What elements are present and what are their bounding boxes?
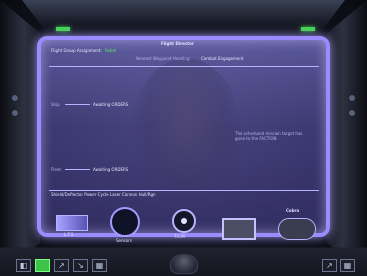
panel-title: Flight Director — [161, 41, 194, 46]
status-light-right — [301, 27, 315, 31]
ship-status: Awaiting ORDERS — [93, 102, 129, 107]
joystick-dome — [170, 254, 198, 274]
right-button-1[interactable]: ↗ — [322, 259, 337, 272]
divider — [49, 66, 319, 67]
bottom-status: Shield/Deflector Power Cycle Laser Canno… — [51, 192, 156, 197]
fleet-label: Fleet — [51, 167, 61, 172]
assignment-label: Flight Group Assignment: — [51, 48, 102, 53]
holo-display-panel: Flight Director Flight Group Assignment:… — [37, 36, 330, 237]
bolt-icon — [349, 110, 355, 116]
bolt-icon — [349, 95, 355, 101]
mode-button-4[interactable]: ↘ — [73, 259, 88, 272]
assignment-value: Rebel — [105, 48, 117, 53]
bolt-icon — [12, 95, 18, 101]
cockpit-view: Flight Director Flight Group Assignment:… — [0, 0, 367, 276]
enemy-display: Cobra — [278, 208, 316, 240]
target-icon — [181, 218, 187, 224]
ship-display — [222, 218, 256, 240]
divider — [49, 190, 319, 191]
fleet-rule — [65, 169, 90, 170]
mode-button-5[interactable]: ▦ — [92, 259, 107, 272]
ship-rule — [65, 104, 90, 105]
bolt-icon — [12, 110, 18, 116]
info-text: The scheduled mission target has gone to… — [235, 131, 303, 141]
cockpit-frame-left — [0, 0, 40, 276]
waypoint-label: Nearest Waypoint Heading: — [136, 56, 191, 61]
mode-button-2[interactable] — [35, 259, 50, 272]
status-light-left — [56, 27, 70, 31]
cockpit-frame-right — [327, 0, 367, 276]
shield-indicator: L.T.S — [56, 215, 88, 237]
console-buttons: ◧ ↗ ↘ ▦ — [16, 259, 107, 272]
fleet-status: Awaiting ORDERS — [93, 167, 129, 172]
radar-gauge: Sensors — [110, 207, 140, 243]
mode-button-1[interactable]: ◧ — [16, 259, 31, 272]
commander-hologram — [131, 58, 241, 208]
right-button-2[interactable]: ▦ — [340, 259, 355, 272]
targeting-display: T.C.M — [172, 209, 196, 239]
ship-label: Ship — [51, 102, 60, 107]
waypoint-value: Combat Engagement — [201, 56, 244, 61]
cockpit-frame-top — [22, 0, 345, 34]
mode-button-3[interactable]: ↗ — [54, 259, 69, 272]
